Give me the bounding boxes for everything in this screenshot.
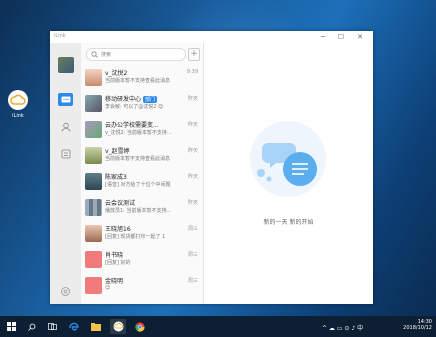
maximize-button[interactable]: ☐: [334, 32, 348, 42]
search-input[interactable]: 搜索: [86, 48, 186, 61]
messages-icon[interactable]: [58, 93, 73, 106]
group-avatar: [85, 199, 102, 216]
contact-avatar: [85, 69, 102, 86]
default-avatar: [85, 277, 102, 294]
conversation-preview: [回复] 现货都打印一起了 1: [105, 234, 166, 240]
conversation-item[interactable]: 肖书晓 [回复] 好的 周三: [81, 247, 203, 273]
edge-browser-icon[interactable]: [67, 319, 81, 334]
left-nav: [50, 43, 81, 304]
conversation-name: v_沈悦2: [105, 70, 128, 77]
conversation-time: 昨天: [187, 122, 198, 128]
conversation-time: 昨天: [187, 96, 198, 102]
clock[interactable]: 14:30 2018/10/12: [403, 319, 432, 331]
settings-gear-icon[interactable]: [58, 285, 73, 298]
ilink-app-icon: [8, 90, 28, 110]
conversation-time: 周三: [187, 252, 198, 258]
chat-bubbles-illustration: [250, 121, 326, 197]
conversation-name: 肖书晓: [105, 252, 124, 259]
desktop-shortcut-ilink[interactable]: iLink: [4, 90, 32, 119]
search-placeholder: 搜索: [101, 52, 112, 58]
welcome-text: 新的一天 新的开始: [263, 219, 314, 226]
add-button[interactable]: +: [188, 48, 200, 61]
taskbar: ^ ☁ ▭ ⊙ ♪ 中 14:30 2018/10/12: [0, 316, 436, 337]
department-badge: 部门: [143, 96, 158, 103]
conversation-name: 金晓明: [105, 278, 124, 285]
contact-avatar: [85, 173, 102, 190]
contact-avatar: [85, 225, 102, 242]
conversation-item[interactable]: v_赵雪婷 当前版本暂不支持查看此消息 昨天: [81, 143, 203, 169]
conversation-name: 云办公学校需要变...: [105, 122, 159, 129]
ilink-taskbar-icon[interactable]: [110, 319, 126, 334]
conversation-time: 周三: [187, 226, 198, 232]
conversation-preview: 李会敏: 可以了@沈悦2 😊: [105, 104, 164, 110]
conversation-item[interactable]: v_沈悦2 当前版本暂不支持查看此消息 9:39: [81, 65, 203, 91]
conversation-preview: v_沈悦2: 当前版本暂不支持...: [105, 130, 172, 136]
minimize-button[interactable]: ─: [316, 32, 330, 42]
conversation-time: 昨天: [187, 200, 198, 206]
shortcut-label: iLink: [12, 113, 24, 119]
conversation-preview: 😊: [105, 285, 111, 291]
conversation-time: 昨天: [187, 174, 198, 180]
search-taskbar-icon[interactable]: [25, 319, 39, 334]
conversation-item[interactable]: 云会议测试 播放员1: 当前版本暂不支持... 昨天: [81, 195, 203, 221]
conversation-preview: 播放员1: 当前版本暂不支持...: [105, 208, 172, 214]
conversation-name: 陈家成3: [105, 174, 127, 181]
conversation-preview: 当前版本暂不支持查看此消息: [105, 78, 171, 84]
file-explorer-icon[interactable]: [89, 319, 103, 334]
conversation-name-text: 移动研发中心: [105, 96, 142, 103]
start-windows-icon[interactable]: [4, 319, 18, 334]
clock-date: 2018/10/12: [403, 325, 432, 331]
title-bar[interactable]: iLink ─ ☐ ✕: [50, 31, 373, 43]
app-window: iLink ─ ☐ ✕ 搜索 + v_沈悦2 当前版本暂不支持查看此消息 9:3…: [50, 31, 373, 304]
system-tray-icons[interactable]: ^ ☁ ▭ ⊙ ♪ 中: [322, 323, 363, 332]
conversation-time: 周三: [187, 278, 198, 284]
conversation-time: 昨天: [187, 148, 198, 154]
conversation-preview: [回复] 好的: [105, 260, 131, 266]
close-button[interactable]: ✕: [353, 32, 367, 42]
conversation-list: 搜索 + v_沈悦2 当前版本暂不支持查看此消息 9:39 移动研发中心 部门 李…: [81, 43, 204, 304]
conversation-name: 云会议测试: [105, 200, 136, 207]
conversation-item[interactable]: 陈家成3 [语音] 对方给了十位个中间题 昨天: [81, 169, 203, 195]
conversation-name: 移动研发中心 部门: [105, 94, 158, 103]
search-icon: [91, 51, 98, 60]
group-avatar: [85, 95, 102, 112]
window-title: iLink: [54, 33, 66, 39]
task-view-icon[interactable]: [45, 319, 59, 334]
contacts-icon[interactable]: [58, 120, 73, 133]
conversation-time: 9:39: [186, 69, 198, 75]
conversation-name: v_赵雪婷: [105, 148, 130, 155]
my-avatar[interactable]: [58, 57, 74, 73]
default-avatar: [85, 251, 102, 268]
conversation-name: 王晓旭16: [105, 226, 131, 233]
conversation-item[interactable]: 王晓旭16 [回复] 现货都打印一起了 1 周三: [81, 221, 203, 247]
contact-avatar: [85, 147, 102, 164]
group-avatar: [85, 121, 102, 138]
conversation-item[interactable]: 金晓明 😊 周三: [81, 273, 203, 299]
chat-placeholder-panel: 新的一天 新的开始: [204, 43, 373, 304]
workspace-icon[interactable]: [58, 147, 73, 160]
conversation-preview: [语音] 对方给了十位个中间题: [105, 182, 171, 188]
conversation-item[interactable]: 移动研发中心 部门 李会敏: 可以了@沈悦2 😊 昨天: [81, 91, 203, 117]
conversation-item[interactable]: 云办公学校需要变... v_沈悦2: 当前版本暂不支持... 昨天: [81, 117, 203, 143]
chrome-icon[interactable]: [133, 319, 147, 334]
conversation-preview: 当前版本暂不支持查看此消息: [105, 156, 171, 162]
